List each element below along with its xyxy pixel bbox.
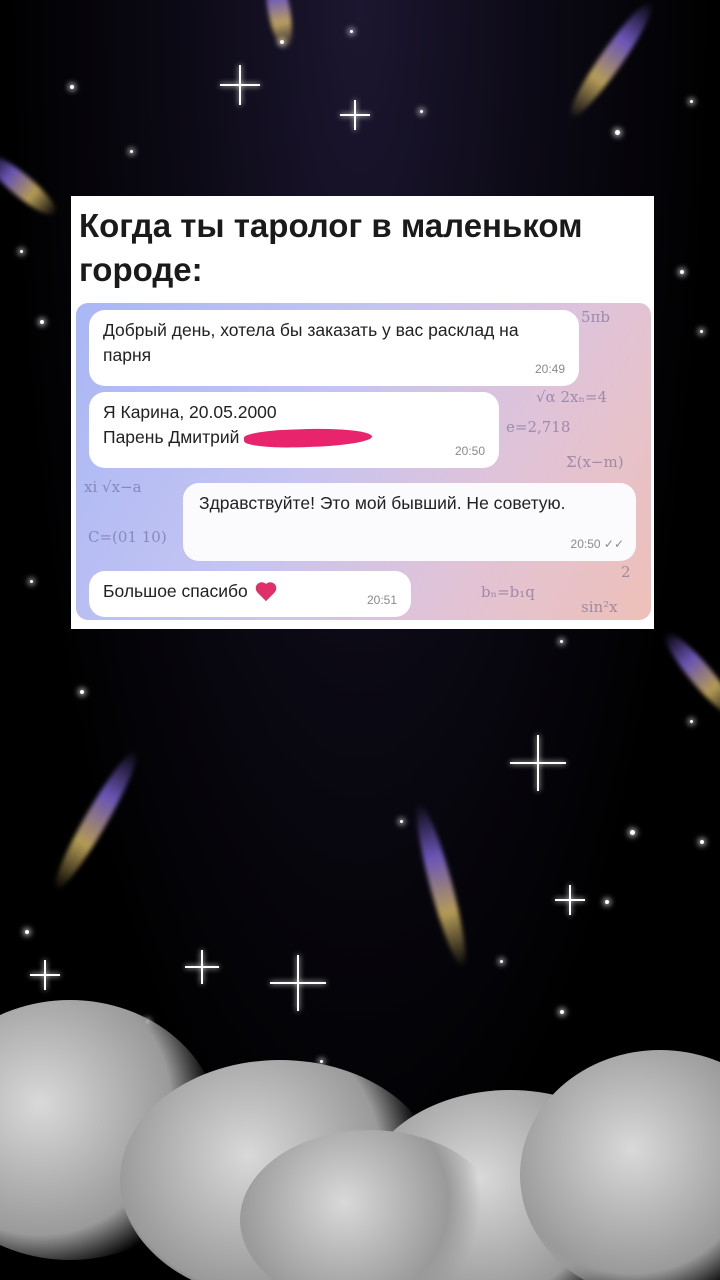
- message-status: 20:50 ✓✓: [571, 532, 624, 557]
- meme-title: Когда ты таролог в маленьком городе:: [79, 207, 583, 288]
- starry-background: [0, 0, 720, 1280]
- message-text: Здравствуйте! Это мой бывший. Не советую…: [199, 493, 566, 513]
- message-incoming: Я Карина, 20.05.2000 Парень Дмитрий 20:5…: [89, 392, 499, 468]
- message-time: 20:50: [454, 444, 485, 458]
- heart-icon: [255, 581, 277, 603]
- chat-screenshot: 5πb √α 2xₙ=4 e=2,718 Σ(x−m) xi √x−a C=(0…: [76, 303, 651, 620]
- message-incoming: Большое спасибо 20:51: [89, 571, 411, 617]
- message-time: 20:51: [366, 593, 397, 607]
- meme-card: Когда ты таролог в маленьком городе: 5πb…: [71, 196, 654, 629]
- message-line: Парень Дмитрий: [103, 427, 240, 447]
- message-time: 20:49: [534, 362, 565, 376]
- message-outgoing: Здравствуйте! Это мой бывший. Не советую…: [183, 483, 636, 561]
- message-time: 20:50: [570, 537, 601, 551]
- read-receipt-icon: ✓✓: [603, 537, 624, 551]
- message-text: Добрый день, хотела бы заказать у вас ра…: [103, 320, 519, 365]
- clouds: [0, 980, 720, 1280]
- redaction-scribble: [243, 427, 373, 450]
- message-incoming: Добрый день, хотела бы заказать у вас ра…: [89, 310, 579, 386]
- message-text: Большое спасибо: [103, 581, 248, 601]
- message-line: Я Карина, 20.05.2000: [103, 402, 277, 422]
